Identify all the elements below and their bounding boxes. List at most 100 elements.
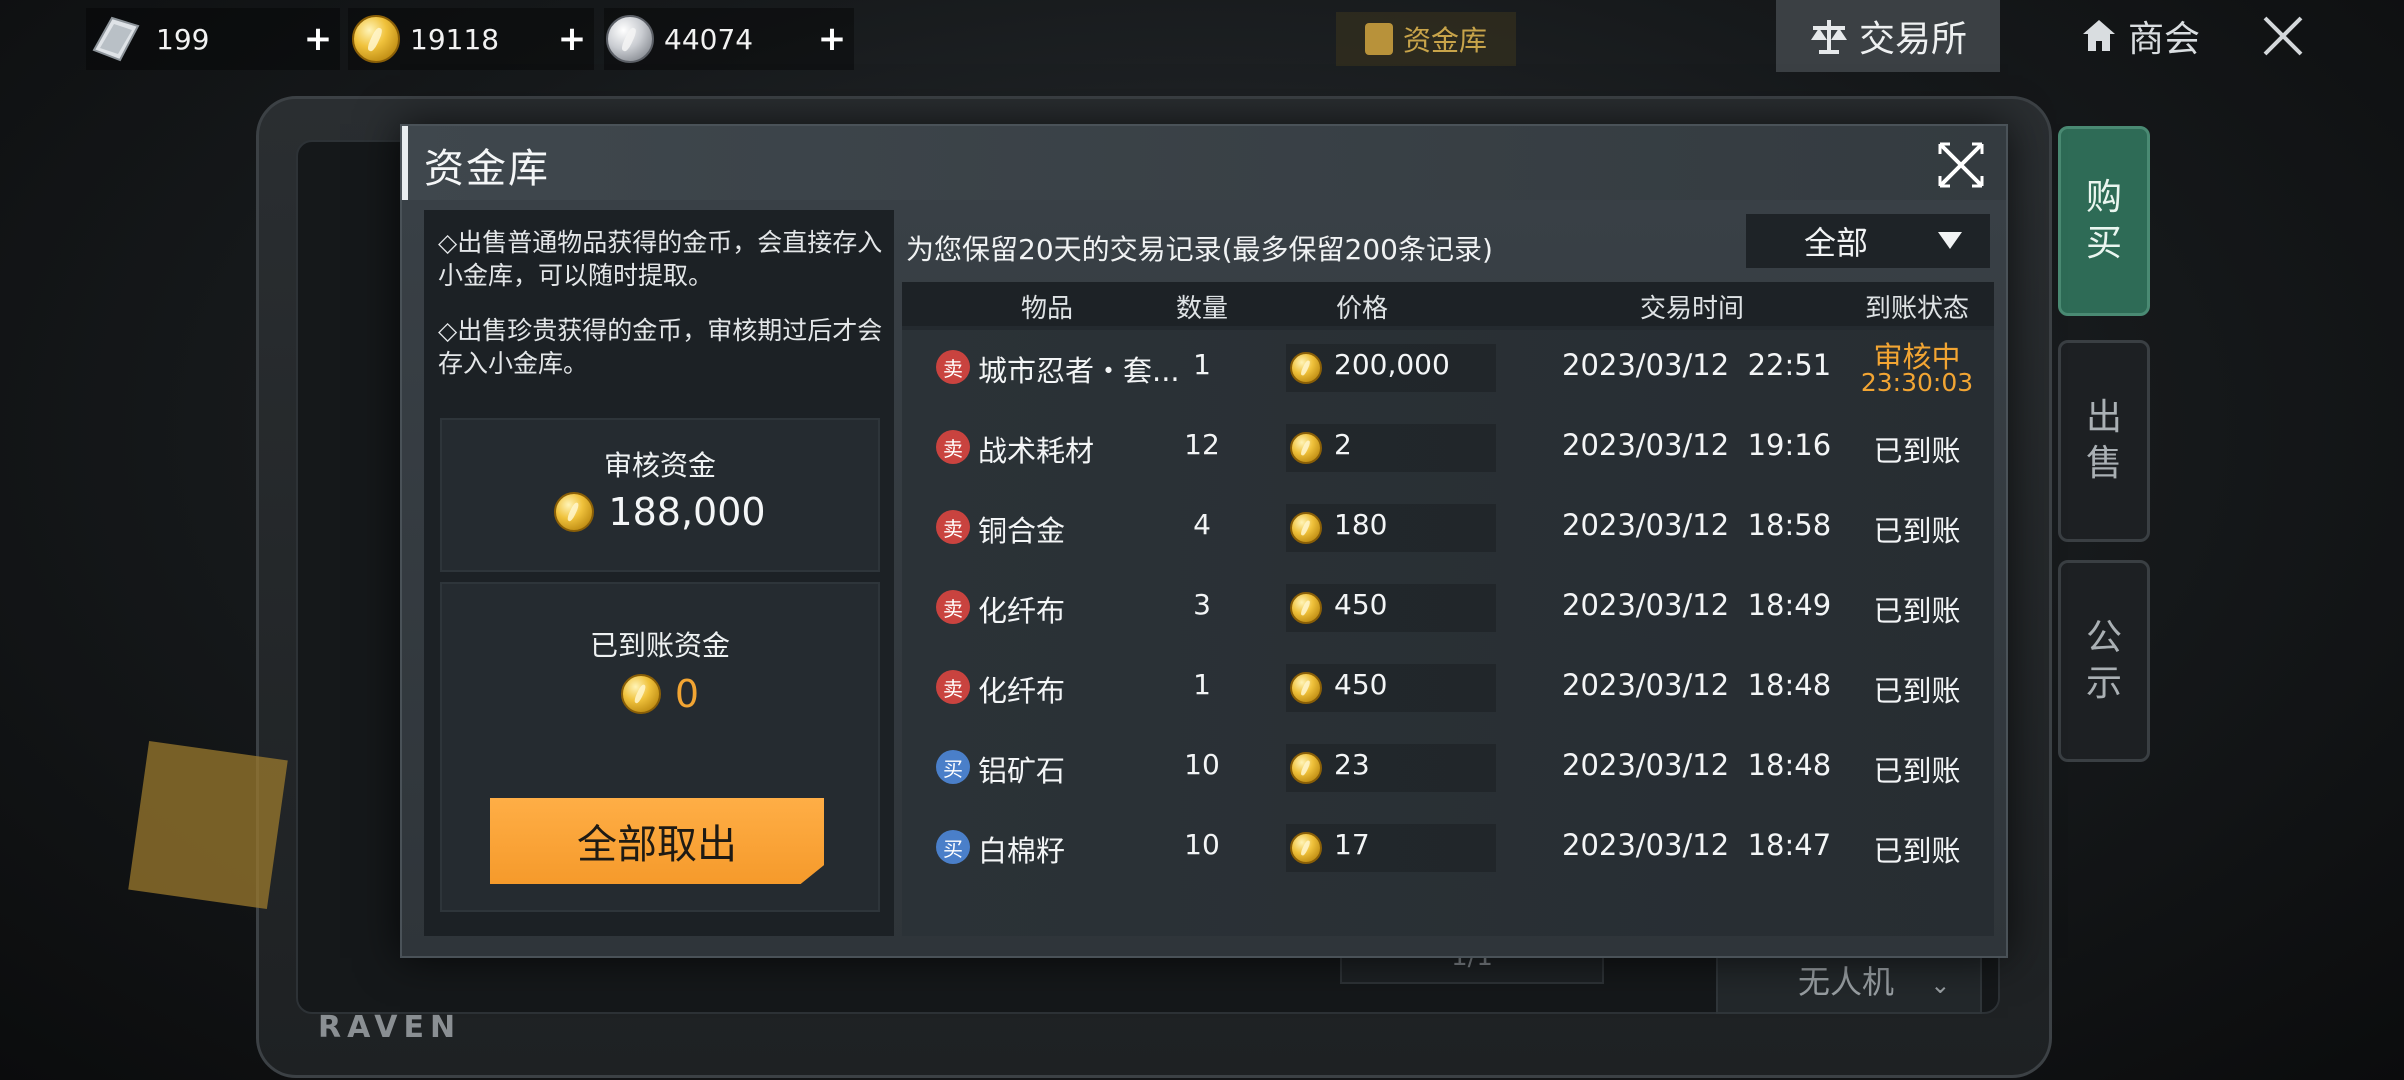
item-qty: 12	[1184, 428, 1220, 461]
header-qty: 数量	[1175, 294, 1228, 324]
exchange-button[interactable]: 交易所	[1776, 0, 2000, 72]
gem-counter: 199 +	[86, 8, 340, 70]
silver-value: 44074	[664, 22, 754, 56]
status-arrived: 已到账	[1873, 594, 1961, 628]
header-status: 到账状态	[1864, 294, 1969, 324]
tab-notice[interactable]: 公 示	[2058, 560, 2150, 762]
close-icon	[2263, 16, 2303, 56]
diamond-icon	[92, 16, 140, 62]
gold-coin-icon	[620, 674, 661, 714]
trade-time: 2023/03/12 18:58	[1562, 508, 1832, 542]
trade-time: 2023/03/12 19:16	[1562, 428, 1832, 462]
dialog-title: 资金库	[424, 146, 550, 192]
gold-coin-icon	[554, 492, 595, 532]
table-header: 物品 数量 价格 交易时间 到账状态	[902, 282, 1994, 326]
item-price: 450	[1334, 668, 1388, 701]
item-qty: 4	[1193, 508, 1211, 541]
item-name: 战术耗材	[978, 434, 1095, 468]
item-price: 17	[1334, 828, 1370, 861]
fund-summary-panel: ◇出售普通物品获得的金币，会直接存入小金库，可以随时提取。 ◇出售珍贵获得的金币…	[424, 210, 894, 936]
item-name: 城市忍者・套...	[978, 354, 1178, 388]
sell-tag: 卖	[936, 430, 970, 464]
header-item: 物品	[1020, 294, 1073, 324]
item-price: 450	[1334, 588, 1388, 621]
add-gem-button[interactable]: +	[296, 8, 340, 70]
sell-tag: 卖	[936, 350, 970, 384]
buy-tag: 买	[936, 750, 970, 784]
sell-tag: 卖	[936, 510, 970, 544]
arrived-fund-label: 已到账资金	[589, 629, 730, 662]
trade-time: 2023/03/12 18:48	[1562, 748, 1832, 782]
category-dropdown[interactable]: 无人机 ⌄	[1716, 950, 1982, 1014]
item-qty: 3	[1193, 588, 1211, 621]
gold-value: 19118	[410, 22, 500, 56]
item-price: 2	[1334, 428, 1352, 461]
vault-button[interactable]: 资金库	[1336, 12, 1516, 66]
filter-dropdown[interactable]: 全部	[1746, 214, 1990, 268]
item-qty: 10	[1184, 748, 1220, 781]
vault-dialog: 资金库 ◇出售普通物品获得的金币，会直接存入小金库，可以随时提取。 ◇出售珍贵获…	[400, 124, 2008, 958]
info-precious: ◇出售珍贵获得的金币，审核期过后才会存入小金库。	[438, 316, 883, 378]
table-row[interactable]: 卖化纤布 1 450 2023/03/12 18:48 已到账	[902, 650, 1994, 732]
vault-icon	[1364, 23, 1393, 55]
sell-tag: 卖	[936, 590, 970, 624]
table-row[interactable]: 卖化纤布 3 450 2023/03/12 18:49 已到账	[902, 570, 1994, 652]
sticky-note-decoration	[128, 740, 288, 910]
header-time: 交易时间	[1639, 294, 1744, 324]
item-price: 23	[1334, 748, 1370, 781]
item-qty: 10	[1184, 828, 1220, 861]
transaction-table[interactable]: 物品 数量 价格 交易时间 到账状态 卖城市忍者・套... 1 200,000 202…	[902, 282, 1994, 936]
withdraw-all-button[interactable]: 全部取出	[490, 798, 824, 884]
gold-counter: 19118 +	[348, 8, 594, 70]
review-fund-box: 审核资金 188,000	[440, 418, 880, 572]
table-row[interactable]: 卖城市忍者・套... 1 200,000 2023/03/12 22:51 审核中 23:…	[902, 330, 1994, 412]
review-fund-value: 188,000	[608, 490, 766, 534]
trade-time: 2023/03/12 22:51	[1562, 348, 1832, 382]
tab-buy[interactable]: 购 买	[2058, 126, 2150, 316]
status-arrived: 已到账	[1873, 434, 1961, 468]
sell-tag: 卖	[936, 670, 970, 704]
status-arrived: 已到账	[1873, 834, 1961, 868]
table-row[interactable]: 买铝矿石 10 23 2023/03/12 18:48 已到账	[902, 730, 1994, 812]
review-fund-label: 审核资金	[603, 449, 716, 482]
gold-coin-icon	[1290, 672, 1322, 704]
records-note: 为您保留20天的交易记录(最多保留200条记录)	[906, 233, 1493, 266]
item-name: 铝矿石	[978, 754, 1066, 788]
exit-button[interactable]	[2250, 0, 2316, 72]
add-gold-button[interactable]: +	[550, 8, 594, 70]
item-name: 化纤布	[978, 594, 1066, 628]
table-row[interactable]: 买白棉籽 10 17 2023/03/12 18:47 已到账	[902, 810, 1994, 892]
status-arrived: 已到账	[1873, 754, 1961, 788]
item-price: 180	[1334, 508, 1388, 541]
status-arrived: 已到账	[1873, 674, 1961, 708]
guild-button[interactable]: 商会	[2040, 0, 2240, 72]
gold-coin-icon	[1290, 432, 1322, 464]
tab-sell[interactable]: 出 售	[2058, 340, 2150, 542]
background-brand: RAVEN	[318, 1010, 462, 1045]
house-icon	[2082, 20, 2115, 51]
scale-icon	[1810, 20, 1847, 54]
gold-coin-icon	[352, 15, 400, 63]
gold-coin-icon	[1290, 592, 1322, 624]
item-qty: 1	[1193, 668, 1211, 701]
status-arrived: 已到账	[1873, 514, 1961, 548]
filter-label: 全部	[1804, 224, 1869, 262]
silver-coin-icon	[606, 15, 654, 63]
review-countdown: 23:30:03	[1860, 368, 1974, 397]
gold-coin-icon	[1290, 832, 1322, 864]
table-row[interactable]: 卖铜合金 4 180 2023/03/12 18:58 已到账	[902, 490, 1994, 572]
gold-coin-icon	[1290, 512, 1322, 544]
table-row[interactable]: 卖战术耗材 12 2 2023/03/12 19:16 已到账	[902, 410, 1994, 492]
buy-tag: 买	[936, 830, 970, 864]
silver-counter: 44074 +	[604, 8, 854, 70]
triangle-down-icon	[1938, 232, 1962, 249]
add-silver-button[interactable]: +	[810, 8, 854, 70]
title-accent	[402, 126, 408, 200]
table-row-partial[interactable]	[902, 890, 1994, 936]
dialog-close-button[interactable]	[1936, 140, 1986, 190]
gold-coin-icon	[1290, 352, 1322, 384]
item-qty: 1	[1193, 348, 1211, 381]
item-name: 铜合金	[978, 514, 1066, 548]
info-normal: ◇出售普通物品获得的金币，会直接存入小金库，可以随时提取。	[438, 228, 883, 290]
trade-time: 2023/03/12 18:47	[1562, 828, 1832, 862]
